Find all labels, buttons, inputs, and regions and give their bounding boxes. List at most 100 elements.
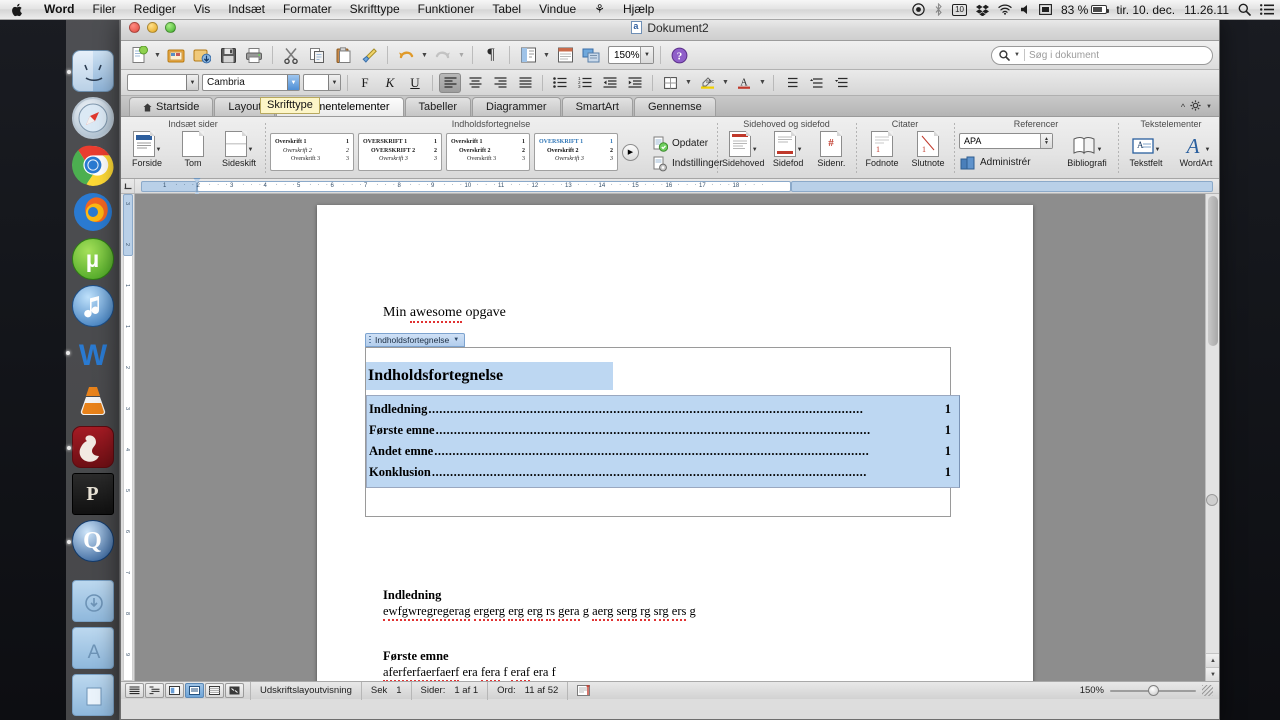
browse-object-button[interactable]: [1206, 494, 1218, 506]
dock-folder-downloads[interactable]: [71, 580, 114, 622]
command-administrer[interactable]: Administrér: [959, 154, 1053, 171]
copy-icon[interactable]: [305, 43, 329, 67]
sidebar-caret-icon[interactable]: ▼: [542, 44, 551, 66]
sidebar-icon[interactable]: [516, 43, 540, 67]
focus-view-icon[interactable]: [225, 683, 244, 698]
command-slutnote[interactable]: 1 Slutnote: [907, 131, 949, 168]
scroll-up-button[interactable]: ▲: [1206, 653, 1219, 667]
apple-icon[interactable]: [0, 3, 35, 17]
new-doc-caret-icon[interactable]: ▼: [153, 44, 162, 66]
menu-item-vindue[interactable]: Vindue: [530, 0, 585, 19]
font-caret-icon[interactable]: ▼: [287, 75, 299, 90]
command-sidenr[interactable]: # Sidenr.: [812, 131, 851, 168]
menu-bar-time[interactable]: 11.26.11: [1184, 3, 1229, 17]
redo-caret-icon[interactable]: ▼: [457, 44, 466, 66]
slider-knob[interactable]: [1148, 685, 1159, 696]
zoom-combo[interactable]: 150% ▼: [608, 46, 654, 64]
menu-item-script[interactable]: ⚘: [585, 0, 614, 19]
dock-item-firefox[interactable]: [72, 191, 114, 233]
align-left-icon[interactable]: [439, 72, 461, 93]
menu-item-filer[interactable]: Filer: [83, 0, 124, 19]
decrease-indent-icon[interactable]: [599, 73, 621, 93]
menu-item-rediger[interactable]: Rediger: [125, 0, 185, 19]
bluetooth-icon[interactable]: [934, 3, 943, 16]
increase-indent-icon[interactable]: [624, 73, 646, 93]
dock-item-swan-app[interactable]: [66, 426, 114, 468]
redo-arrow-icon[interactable]: [431, 43, 455, 67]
dock-item-finder[interactable]: [66, 50, 114, 92]
style-combo[interactable]: ▼: [127, 74, 199, 91]
chevron-down-icon[interactable]: ▼: [1097, 147, 1103, 157]
drag-grip-icon[interactable]: [369, 335, 371, 345]
zoom-caret-icon[interactable]: ▼: [640, 47, 653, 63]
tab-startside[interactable]: Startside: [129, 97, 214, 116]
toc-gallery-item[interactable]: OVERSKRIFT 1 1 Overskrift 2 2 Overskrift 3…: [534, 133, 618, 171]
chevron-down-icon[interactable]: ▼: [248, 147, 254, 157]
font-combo[interactable]: Cambria ▼: [202, 74, 300, 91]
command-sidehoved[interactable]: ▼ Sidehoved: [722, 131, 765, 168]
command-tom[interactable]: Tom: [172, 131, 214, 168]
bullet-list-icon[interactable]: [549, 73, 571, 93]
highlight-icon[interactable]: abc: [696, 73, 718, 93]
ruler-track[interactable]: 1 · · · 2 · · · 3 · · · 4 · · · 5 · · · 6 · · · 7 · · · 8 · · · 9 · · · 10 · ·…: [141, 177, 1213, 197]
section-heading[interactable]: Første emne: [383, 649, 969, 664]
paintbrush-icon[interactable]: [357, 43, 381, 67]
save-as-icon[interactable]: [190, 43, 214, 67]
tab-selector-icon[interactable]: [121, 179, 135, 193]
horizontal-ruler[interactable]: 1 · · · 2 · · · 3 · · · 4 · · · 5 · · · 6 · · · 7 · · · 8 · · · 9 · · · 10 · ·…: [121, 177, 1219, 197]
dock-item-vlc[interactable]: [72, 379, 114, 421]
open-folder-icon[interactable]: [164, 43, 188, 67]
command-tekstfelt[interactable]: A ▼ Tekstfelt: [1123, 131, 1169, 168]
font-color-caret-icon[interactable]: ▼: [758, 72, 767, 94]
gallery-expand-icon[interactable]: ▶: [622, 143, 639, 161]
draft-view-icon[interactable]: [125, 683, 144, 698]
dock-folder-documents[interactable]: [71, 674, 114, 716]
tab-tabeller[interactable]: Tabeller: [404, 97, 472, 116]
command-sidefod[interactable]: ▼ Sidefod: [769, 131, 808, 168]
volume-icon[interactable]: [1021, 4, 1030, 15]
chevron-up-icon[interactable]: ^: [1181, 102, 1185, 112]
underline-button[interactable]: U: [404, 73, 426, 93]
clipboard-icon[interactable]: [331, 43, 355, 67]
dock-item-chrome[interactable]: [71, 144, 114, 186]
highlight-caret-icon[interactable]: ▼: [721, 72, 730, 94]
citation-style-combo[interactable]: APA ▲ ▼: [959, 133, 1053, 149]
font-size-caret-icon[interactable]: ▼: [328, 75, 340, 90]
vertical-ruler[interactable]: 3211234567891011: [121, 194, 135, 681]
pilcrow-icon[interactable]: ¶: [479, 43, 503, 67]
command-wordart[interactable]: A ▼ WordArt: [1173, 131, 1219, 168]
gear-icon[interactable]: [1190, 100, 1201, 114]
tab-smartart[interactable]: SmartArt: [561, 97, 633, 116]
borders-caret-icon[interactable]: ▼: [684, 72, 693, 94]
dock-folder-applications[interactable]: A: [71, 627, 114, 669]
bold-button[interactable]: F: [354, 73, 376, 93]
command-indstillinger[interactable]: Indstillinger: [651, 155, 723, 172]
gear-caret-icon[interactable]: ▼: [1206, 104, 1212, 110]
command-sideskift[interactable]: ▼ Sideskift: [218, 131, 260, 168]
tab-gennemse[interactable]: Gennemse: [633, 97, 716, 116]
printer-icon[interactable]: [242, 43, 266, 67]
toolbox-icon[interactable]: [579, 43, 603, 67]
scissors-icon[interactable]: [279, 43, 303, 67]
menu-item-tabel[interactable]: Tabel: [483, 0, 530, 19]
chevron-down-icon[interactable]: ▼: [156, 147, 162, 157]
toc-entry[interactable]: Konklusion..............................…: [369, 462, 951, 483]
dock-item-dictionary[interactable]: P: [71, 473, 114, 515]
command-opdater[interactable]: Opdater: [651, 135, 723, 152]
search-input[interactable]: ▼ Søg i dokument: [991, 45, 1213, 65]
menu-item-hjaelp[interactable]: Hjælp: [614, 0, 663, 19]
dock-item-word[interactable]: W: [65, 332, 114, 374]
chevron-down-icon[interactable]: ▼: [453, 337, 459, 343]
toc-gallery-item[interactable]: Overskrift 1 1 Overskrift 2 2 Overskrift 3…: [270, 133, 354, 171]
undo-caret-icon[interactable]: ▼: [420, 44, 429, 66]
align-center-icon[interactable]: [464, 73, 486, 93]
menu-item-funktioner[interactable]: Funktioner: [409, 0, 484, 19]
section-text[interactable]: aferferfaerfaerf era fera f eraf era f: [383, 665, 969, 681]
command-forside[interactable]: ▼ Forside: [126, 131, 168, 168]
scrollbar-thumb[interactable]: [1208, 196, 1218, 346]
menu-item-skrifttype[interactable]: Skrifttype: [341, 0, 409, 19]
spacing-before-icon[interactable]: [805, 73, 827, 93]
section-text[interactable]: ewfgwregregerag ergerg erg erg rs gera g…: [383, 604, 969, 621]
resize-grip[interactable]: [1202, 685, 1213, 696]
dock-item-safari[interactable]: [71, 97, 114, 139]
